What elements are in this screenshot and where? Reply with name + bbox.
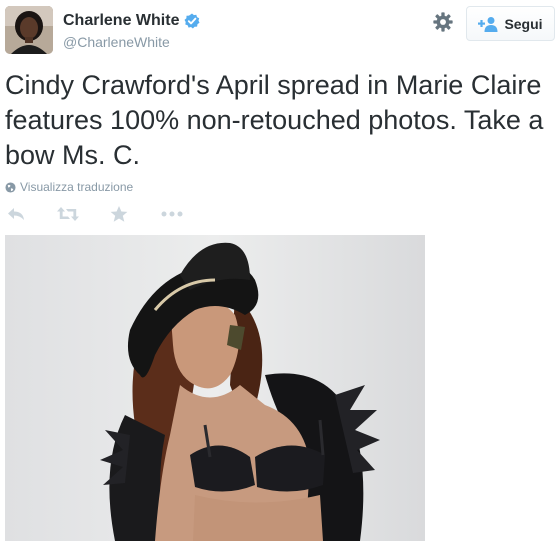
translate-label: Visualizza traduzione [20,180,134,194]
gear-icon[interactable] [432,11,454,33]
display-name-row[interactable]: Charlene White [63,12,200,30]
favorite-star-icon[interactable] [110,205,128,223]
globe-icon [5,181,16,193]
display-name[interactable]: Charlene White [63,12,179,30]
follow-label: Segui [504,15,543,32]
tweet-photo[interactable] [5,235,425,541]
more-icon[interactable] [161,205,183,223]
verified-badge-icon [184,13,200,29]
translate-link[interactable]: Visualizza traduzione [5,180,133,194]
retweet-icon[interactable] [57,205,79,223]
reply-icon[interactable] [7,205,25,223]
tweet-actions [5,205,205,225]
follow-button[interactable]: Segui [466,6,555,41]
tweet-text: Cindy Crawford's April spread in Marie C… [5,70,544,170]
photo-image [5,235,425,541]
user-handle[interactable]: @CharleneWhite [63,34,170,50]
avatar[interactable] [5,6,53,54]
add-user-icon [478,16,498,32]
avatar-image [5,6,53,54]
